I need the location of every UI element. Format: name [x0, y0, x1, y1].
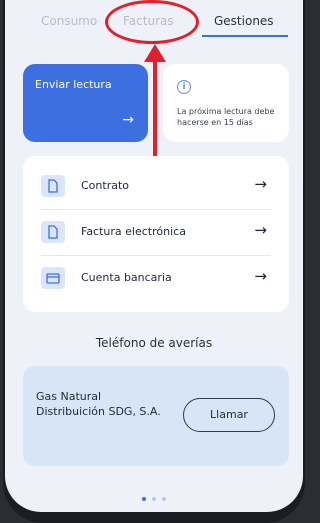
list-item-contrato[interactable]: Contrato → [23, 163, 289, 209]
list-item-label: Cuenta bancaria [81, 271, 172, 284]
arrow-right-icon: → [122, 112, 134, 128]
arrow-right-icon: → [254, 221, 267, 239]
call-button[interactable]: Llamar [183, 398, 275, 432]
arrow-right-icon: → [254, 175, 267, 193]
list-item-factura-electronica[interactable]: Factura electrónica → [23, 209, 289, 255]
tab-consumo[interactable]: Consumo [41, 14, 97, 28]
arrow-right-icon: → [254, 267, 267, 285]
list-item-label: Factura electrónica [81, 225, 186, 238]
app-screen: Consumo Facturas Gestiones Enviar lectur… [5, 0, 303, 512]
document-icon [41, 221, 65, 243]
tab-gestiones[interactable]: Gestiones [214, 14, 274, 28]
gas-company-card: Gas Natural Distribuición SDG, S.A. Llam… [23, 366, 289, 466]
page-dot[interactable] [142, 497, 146, 501]
highlight-circle [105, 0, 199, 44]
management-list: Contrato → Factura electrónica → Cuenta … [23, 156, 289, 312]
card-icon [41, 267, 65, 289]
breakdown-phone-title: Teléfono de averías [95, 336, 213, 350]
phone-frame: Consumo Facturas Gestiones Enviar lectur… [3, 0, 305, 523]
page-dot[interactable] [162, 497, 166, 501]
page-dot[interactable] [152, 497, 156, 501]
list-item-cuenta-bancaria[interactable]: Cuenta bancaria → [23, 255, 289, 301]
next-reading-info-card: i La próxima lectura debe hacerse en 15 … [163, 64, 289, 142]
company-name: Gas Natural Distribuición SDG, S.A. [36, 390, 161, 418]
info-icon: i [177, 80, 191, 94]
highlight-arrow-line [153, 58, 157, 156]
list-item-label: Contrato [81, 179, 130, 192]
next-reading-text: La próxima lectura debe hacerse en 15 dí… [177, 107, 275, 127]
document-icon [41, 175, 65, 197]
send-reading-label: Enviar lectura [35, 78, 112, 91]
active-tab-indicator [202, 35, 288, 37]
pagination-dots [5, 486, 303, 505]
send-reading-card[interactable]: Enviar lectura → [23, 64, 148, 142]
